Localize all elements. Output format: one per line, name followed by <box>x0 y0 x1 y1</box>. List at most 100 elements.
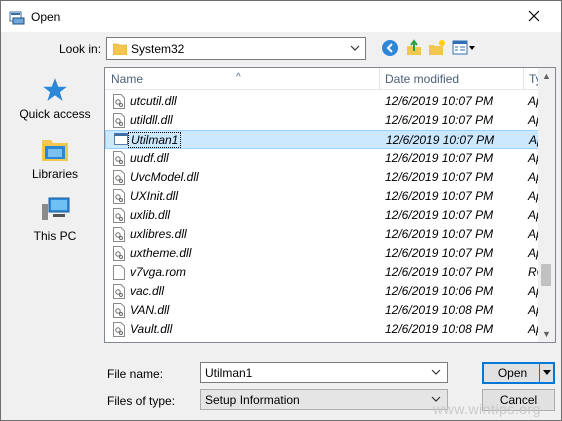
look-in-dropdown[interactable]: System32 <box>106 37 366 60</box>
file-type-icon <box>113 265 125 283</box>
vertical-scrollbar[interactable]: ▲ ▼ <box>538 68 555 342</box>
file-type-icon <box>113 113 125 131</box>
file-date: 12/6/2019 10:07 PM <box>386 133 495 147</box>
file-name: uxtheme.dll <box>130 246 192 260</box>
dll-file-icon <box>113 208 125 223</box>
app-file-icon <box>114 133 128 145</box>
chevron-down-icon <box>350 45 360 51</box>
file-date: 12/6/2019 10:07 PM <box>385 151 494 165</box>
file-name: utildll.dll <box>130 113 173 127</box>
back-icon[interactable] <box>381 39 399 57</box>
file-type-icon <box>113 94 125 112</box>
file-row[interactable]: VAN.dll 12/6/2019 10:08 PM Ap <box>105 301 543 321</box>
look-in-label: Look in: <box>59 42 102 56</box>
open-button[interactable]: Open <box>482 362 555 384</box>
file-icon <box>113 265 125 280</box>
file-type-icon <box>113 189 125 207</box>
open-button-label: Open <box>497 366 528 380</box>
chevron-down-icon[interactable] <box>430 366 442 378</box>
file-name: v7vga.rom <box>130 265 187 279</box>
place-label: Quick access <box>19 107 91 121</box>
file-name: UvcModel.dll <box>130 170 199 184</box>
place-quick-access[interactable]: Quick access <box>10 77 100 121</box>
file-row[interactable]: utildll.dll 12/6/2019 10:07 PM Ap <box>105 111 543 131</box>
dll-file-icon <box>113 303 125 318</box>
file-row[interactable]: vac.dll 12/6/2019 10:06 PM Ap <box>105 282 543 302</box>
file-date: 12/6/2019 10:07 PM <box>385 208 494 222</box>
file-type-icon <box>113 322 125 340</box>
files-of-type-dropdown[interactable]: Setup Information <box>200 389 448 410</box>
up-folder-icon[interactable] <box>405 39 423 57</box>
folder-icon <box>113 43 127 55</box>
dll-file-icon <box>113 189 125 204</box>
file-date: 12/6/2019 10:07 PM <box>385 227 494 241</box>
place-label: This PC <box>33 229 77 243</box>
file-row[interactable]: v7vga.rom 12/6/2019 10:07 PM RC <box>105 263 545 283</box>
window-title: Open <box>31 10 61 24</box>
dll-file-icon <box>113 322 125 337</box>
open-dialog: Open Look in: System32 Quick access Libr… <box>0 0 562 421</box>
file-date: 12/6/2019 10:07 PM <box>385 246 494 260</box>
file-type-icon <box>114 133 128 148</box>
new-folder-icon[interactable] <box>428 39 446 57</box>
file-type-icon <box>113 227 125 245</box>
place-label: Libraries <box>31 167 79 181</box>
file-date: 12/6/2019 10:07 PM <box>385 94 494 108</box>
file-name-value[interactable]: Utilman1 <box>205 366 252 380</box>
close-button[interactable] <box>520 6 548 26</box>
file-row[interactable]: uxtheme.dll 12/6/2019 10:07 PM Ap <box>105 244 543 263</box>
file-row[interactable]: utcutil.dll 12/6/2019 10:07 PM Ap <box>105 92 543 112</box>
scroll-up-icon[interactable]: ▲ <box>542 71 551 81</box>
file-type-icon <box>113 170 125 188</box>
open-options-arrow[interactable] <box>539 364 553 382</box>
file-name-combo[interactable]: Utilman1 <box>200 362 448 383</box>
file-date: 12/6/2019 10:07 PM <box>385 170 494 184</box>
file-type-icon <box>113 151 125 169</box>
file-name: Utilman1 <box>127 132 182 148</box>
dll-file-icon <box>113 151 125 166</box>
star-icon <box>43 78 67 101</box>
file-date: 12/6/2019 10:06 PM <box>385 284 494 298</box>
file-name: uudf.dll <box>130 151 169 165</box>
file-name: vac.dll <box>130 284 165 298</box>
computer-icon <box>42 197 70 220</box>
view-menu-icon[interactable] <box>452 39 476 57</box>
dll-file-icon <box>113 227 125 242</box>
dll-file-icon <box>113 170 125 185</box>
file-list[interactable]: ^ Name Date modified Ty utcutil.dll 12/6/… <box>104 67 556 343</box>
libraries-icon <box>42 140 68 161</box>
file-date: 12/6/2019 10:08 PM <box>385 303 494 317</box>
close-icon <box>528 10 540 22</box>
file-type-icon <box>113 284 125 302</box>
column-divider[interactable] <box>523 68 524 90</box>
column-name[interactable]: Name <box>111 72 143 86</box>
file-name: uxlib.dll <box>130 208 171 222</box>
file-name: UXInit.dll <box>130 189 179 203</box>
file-row[interactable]: uudf.dll 12/6/2019 10:07 PM Ap <box>105 149 543 169</box>
file-row[interactable]: uxlibres.dll 12/6/2019 10:07 PM Ap <box>105 225 543 245</box>
file-row[interactable]: Utilman1 12/6/2019 10:07 PM Ap <box>105 130 544 149</box>
file-row[interactable]: Vault.dll 12/6/2019 10:08 PM Ap <box>105 320 543 340</box>
file-name: utcutil.dll <box>130 94 177 108</box>
scrollbar-thumb[interactable] <box>541 264 551 286</box>
file-name: Vault.dll <box>130 322 173 336</box>
scroll-down-icon[interactable]: ▼ <box>542 329 551 339</box>
column-header: ^ Name Date modified Ty <box>105 68 542 90</box>
file-row[interactable]: UvcModel.dll 12/6/2019 10:07 PM Ap <box>105 168 543 188</box>
file-name-label: File name: <box>107 367 164 381</box>
files-of-type-value: Setup Information <box>205 393 300 407</box>
places-bar: Quick access Libraries This PC <box>10 67 100 353</box>
file-date: 12/6/2019 10:07 PM <box>385 189 494 203</box>
column-divider[interactable] <box>379 68 380 90</box>
place-libraries[interactable]: Libraries <box>10 135 100 181</box>
file-date: 12/6/2019 10:08 PM <box>385 322 494 336</box>
file-row[interactable]: uxlib.dll 12/6/2019 10:07 PM Ap <box>105 206 543 225</box>
caret-down-icon <box>542 370 551 375</box>
file-name: VAN.dll <box>130 303 170 317</box>
file-row[interactable]: UXInit.dll 12/6/2019 10:07 PM Ap <box>105 187 543 207</box>
place-this-pc[interactable]: This PC <box>10 195 100 243</box>
column-date-modified[interactable]: Date modified <box>385 72 459 86</box>
file-type-icon <box>113 303 125 321</box>
dll-file-icon <box>113 113 125 128</box>
sort-ascending-icon: ^ <box>236 72 241 83</box>
